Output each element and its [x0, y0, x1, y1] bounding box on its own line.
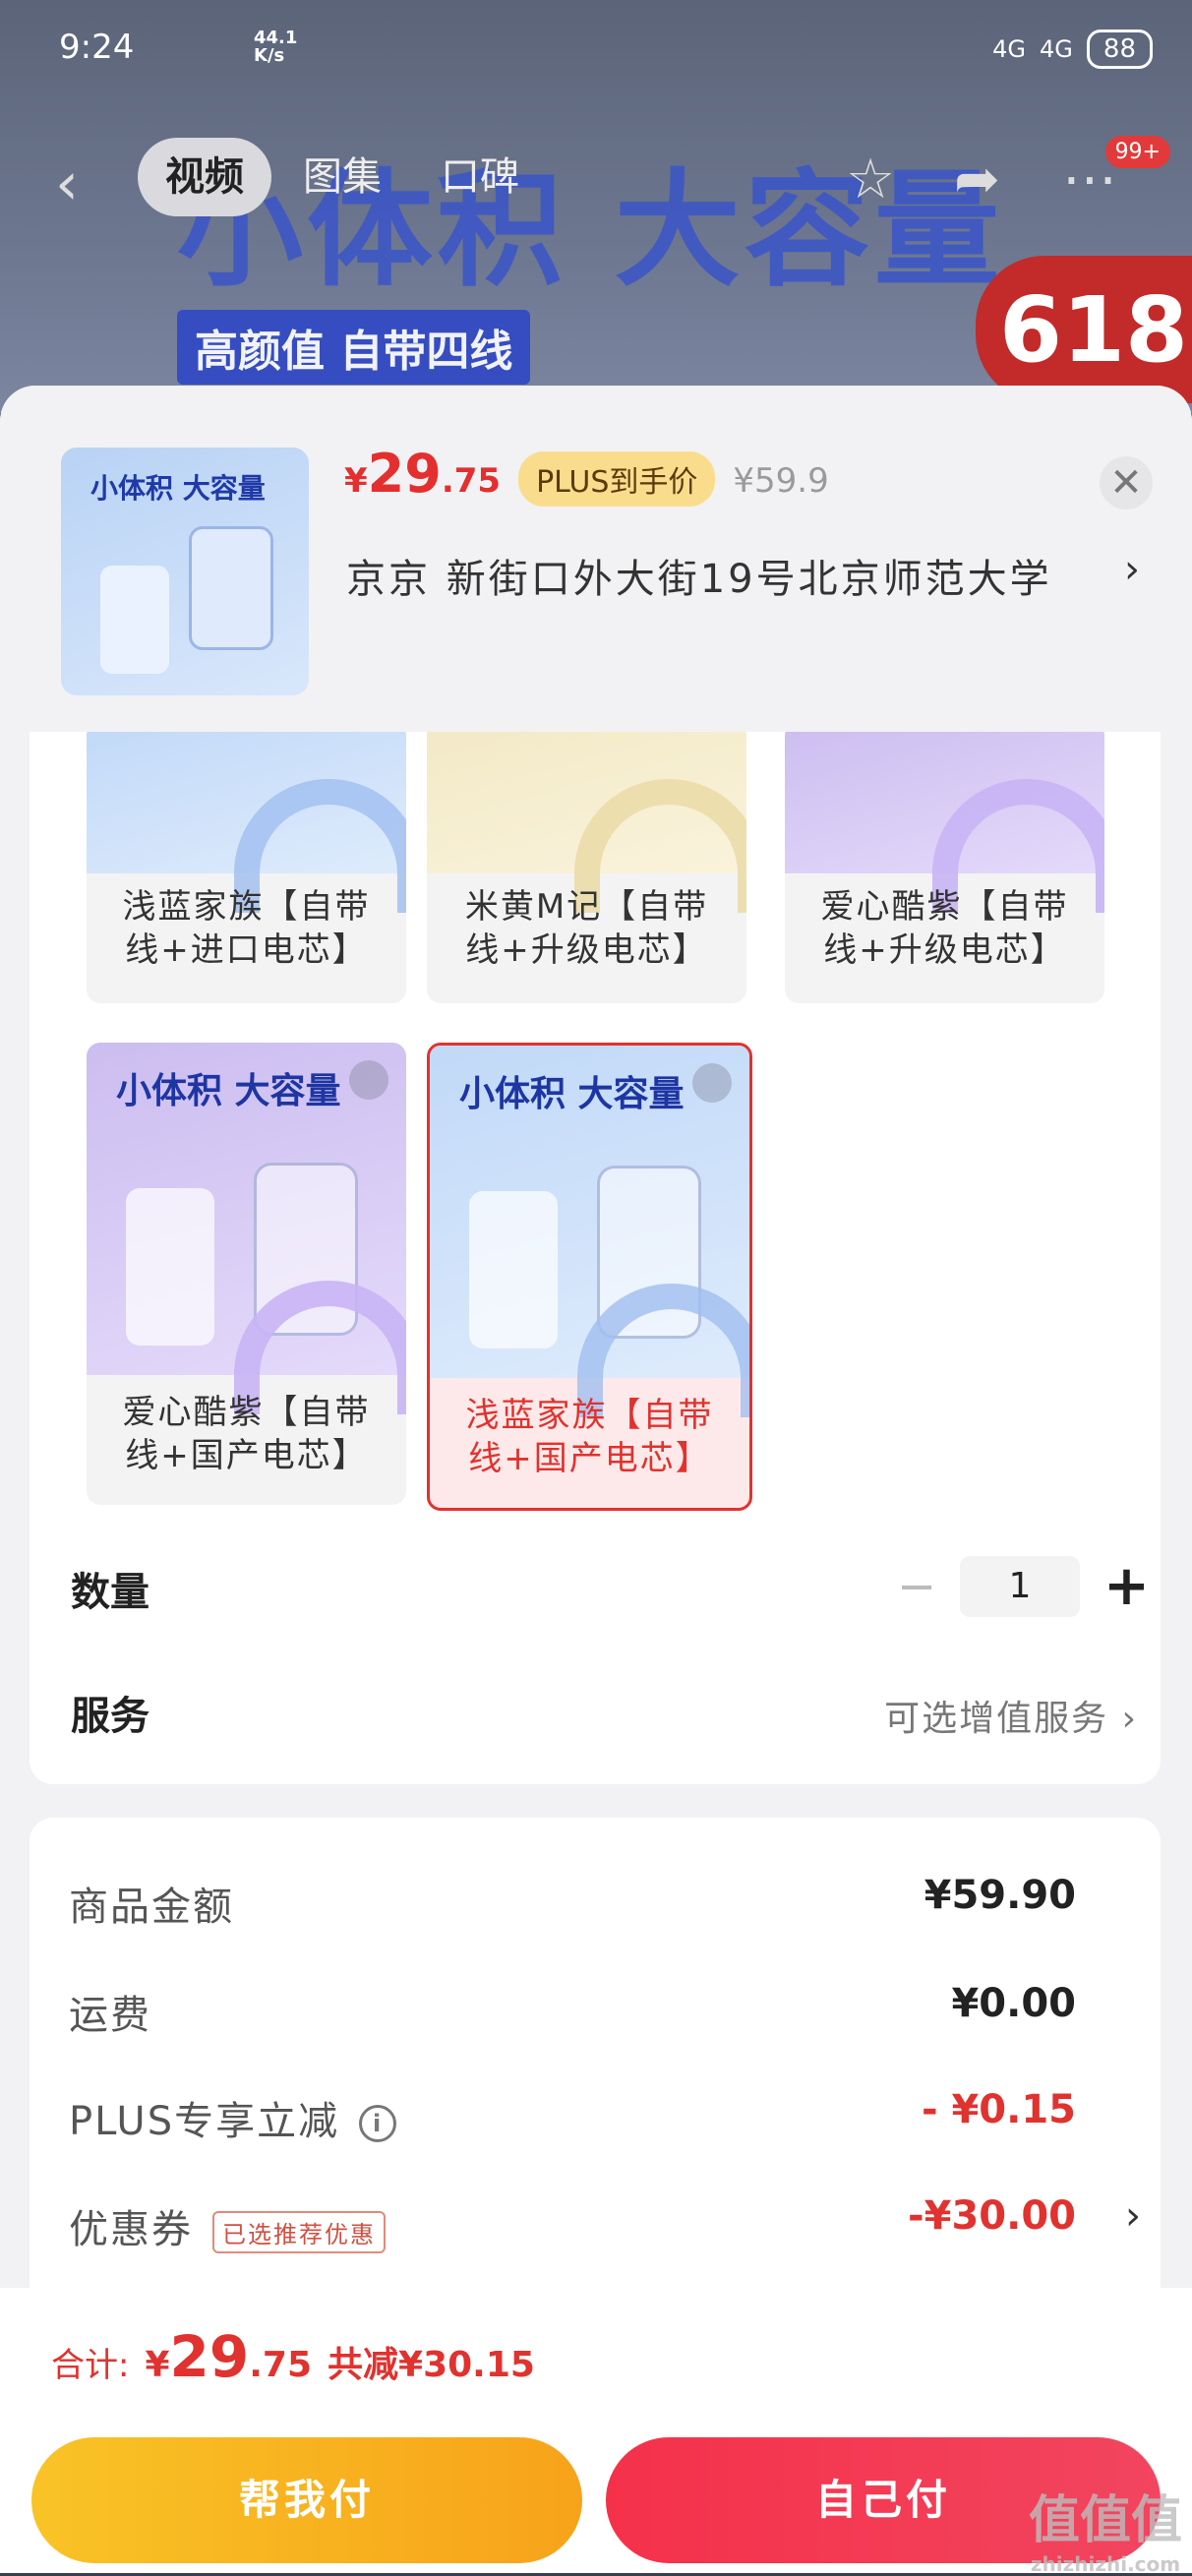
coupon-tag: 已选推荐优惠 [212, 2210, 386, 2253]
variant-label: 爱心酷紫【自带线+国产电芯】 [122, 1393, 371, 1475]
info-icon[interactable]: i [359, 2105, 397, 2142]
goods-amount-value: ¥59.90 [924, 1873, 1076, 1918]
promo-618: 618 [976, 256, 1192, 403]
message-badge: 99+ [1104, 136, 1170, 168]
price-row: ¥29.75 PLUS到手价 ¥59.9 [344, 443, 829, 507]
original-price: ¥59.9 [733, 461, 829, 501]
chevron-right-icon[interactable]: › [1125, 2193, 1141, 2239]
service-selector[interactable]: 可选增值服务 › [884, 1690, 1138, 1741]
plus-discount-value: - ¥0.15 [921, 2087, 1076, 2132]
variant-card[interactable]: 小体积 大容量 爱心酷紫【自带线+国产电芯】 [87, 1043, 406, 1505]
chevron-right-icon: › [1124, 547, 1143, 592]
tab-video[interactable]: 视频 [138, 138, 271, 216]
variant-label: 米黄M记【自带线+升级电芯】 [464, 887, 709, 970]
variant-card[interactable]: 浅蓝家族【自带线+进口电芯】 [87, 722, 406, 1003]
variant-image [87, 722, 406, 913]
shipping-value: ¥0.00 [951, 1981, 1076, 2026]
final-price: ¥29.75 [344, 443, 502, 505]
coupon-label[interactable]: 优惠券 已选推荐优惠 [69, 2197, 386, 2254]
status-time: 9:24 [59, 28, 135, 67]
quantity-input[interactable]: 1 [960, 1555, 1080, 1617]
variant-image [785, 722, 1104, 913]
variant-card[interactable]: 米黄M记【自带线+升级电芯】 [427, 722, 746, 1003]
signal-icon: 4G [992, 35, 1027, 63]
tab-reviews[interactable]: 口碑 [441, 138, 519, 216]
quantity-stepper: − 1 + [897, 1554, 1150, 1618]
total-price: 合计: ¥ 29 .75 共减¥30.15 [51, 2323, 535, 2390]
zoom-icon[interactable] [692, 1063, 732, 1103]
network-speed: 44.1 K/s [254, 28, 298, 66]
variant-label: 浅蓝家族【自带线+国产电芯】 [465, 1396, 714, 1478]
shipping-label: 运费 [69, 1993, 151, 2038]
status-right: 4G 4G 88 [992, 30, 1153, 69]
variant-label: 浅蓝家族【自带线+进口电芯】 [122, 887, 371, 970]
goods-amount-label: 商品金额 [69, 1885, 234, 1930]
share-icon[interactable]: ➦ [954, 148, 1000, 211]
quantity-label: 数量 [71, 1570, 149, 1615]
help-pay-button[interactable]: 帮我付 [31, 2437, 582, 2563]
plus-discount-label: PLUS专享立减 i [69, 2089, 397, 2146]
increase-button[interactable]: + [1103, 1554, 1150, 1618]
top-nav: ‹ 视频 图集 口碑 ☆ ➦ ⋯ 99+ [0, 136, 1192, 226]
variant-image [427, 722, 746, 913]
plus-price-tag: PLUS到手价 [518, 451, 716, 507]
close-icon[interactable]: ✕ [1100, 456, 1153, 509]
signal-icon: 4G [1040, 35, 1073, 63]
favorite-icon[interactable]: ☆ [846, 148, 895, 211]
variant-image: 小体积 大容量 [430, 1046, 749, 1417]
total-saved: 共减¥30.15 [328, 2345, 535, 2385]
banner-subline: 高颜值 自带四线 [177, 310, 531, 385]
chevron-right-icon: › [1121, 1699, 1138, 1739]
coupon-value[interactable]: -¥30.00 [908, 2193, 1076, 2239]
variant-card[interactable]: 爱心酷紫【自带线+升级电芯】 [785, 722, 1104, 1003]
variant-label: 爱心酷紫【自带线+升级电芯】 [820, 887, 1069, 970]
tab-gallery[interactable]: 图集 [303, 138, 382, 216]
variant-card-selected[interactable]: 小体积 大容量 浅蓝家族【自带线+国产电芯】 [427, 1043, 752, 1511]
zoom-icon[interactable] [349, 1060, 388, 1100]
delivery-address[interactable]: 京京 新街口外大街19号北京师范大学 › [346, 547, 1143, 604]
decrease-button[interactable]: − [897, 1559, 936, 1614]
variant-image: 小体积 大容量 [87, 1043, 406, 1414]
service-label: 服务 [71, 1694, 149, 1739]
status-bar: 9:24 44.1 K/s 4G 4G 88 [0, 0, 1192, 98]
variant-panel: 浅蓝家族【自带线+进口电芯】 米黄M记【自带线+升级电芯】 爱心酷紫【自带线+升… [30, 722, 1161, 1784]
battery-icon: 88 [1086, 30, 1153, 69]
watermark-logo: 值值值 zhizhizhi.com [1028, 2491, 1182, 2576]
back-icon[interactable]: ‹ [55, 150, 79, 218]
product-thumbnail[interactable]: 小体积 大容量 [61, 448, 309, 695]
